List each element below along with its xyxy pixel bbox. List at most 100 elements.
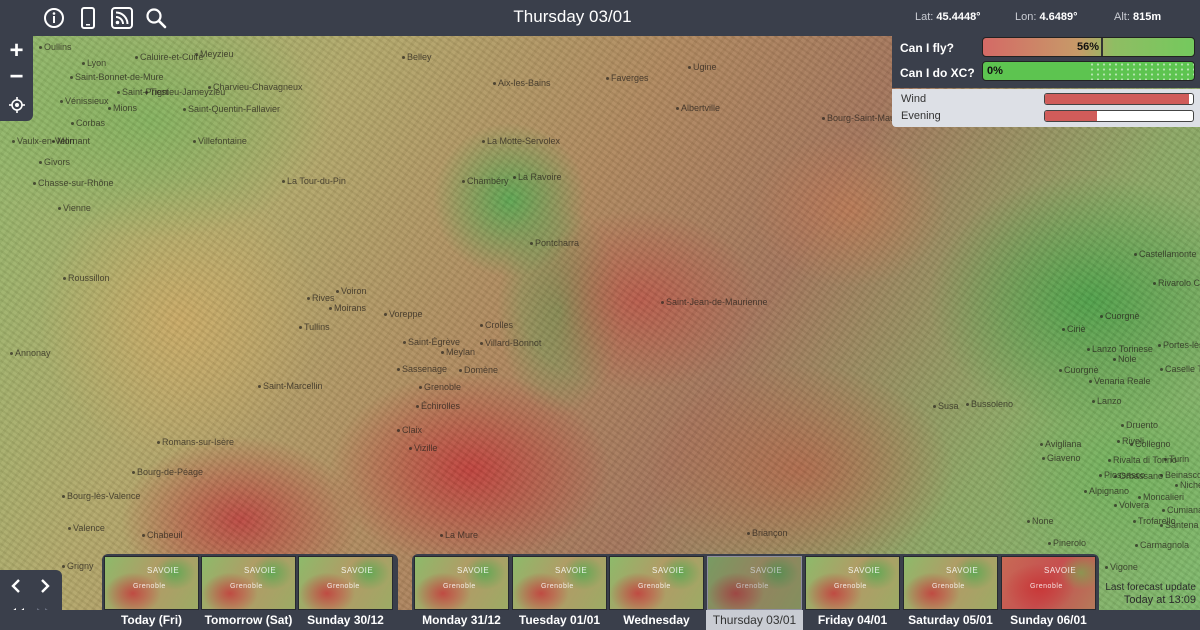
forecast-thumbnail[interactable]: SAVOIE Grenoble <box>414 556 509 610</box>
thumbnail-city-label: Grenoble <box>736 583 769 590</box>
place-label: Échirolles <box>416 401 460 411</box>
place-label: Meyzieu <box>195 49 234 59</box>
evening-bar <box>1044 110 1194 122</box>
place-label: Saint-Marcellin <box>258 381 323 391</box>
xc-bar-pattern <box>1089 62 1194 80</box>
forecast-thumbnail[interactable]: SAVOIE Grenoble <box>1001 556 1096 610</box>
can-fly-bar: 56% <box>982 37 1195 57</box>
forecast-thumbnail[interactable]: SAVOIE Grenoble <box>298 556 393 610</box>
place-label: Volvera <box>1114 500 1149 510</box>
evening-label: Evening <box>901 110 941 122</box>
place-label: Bussoleno <box>966 399 1013 409</box>
day-tab[interactable]: Tomorrow (Sat) <box>197 613 300 627</box>
place-label: Saint-Jean-de-Maurienne <box>661 297 768 307</box>
thumbnail-region-label: SAVOIE <box>1044 566 1077 575</box>
wind-bar <box>1044 93 1194 105</box>
place-label: Aix-les-Bains <box>493 78 551 88</box>
thumbnail-city-label: Grenoble <box>443 583 476 590</box>
place-label: Piossasco <box>1099 470 1145 480</box>
flyability-panel: Can I fly? 56% Can I do XC? 0% <box>892 36 1200 88</box>
forecast-thumbnail[interactable]: SAVOIE Grenoble <box>201 556 296 610</box>
forecast-thumbnail[interactable]: SAVOIE Grenoble <box>609 556 704 610</box>
day-tab[interactable]: Monday 31/12 <box>410 613 513 627</box>
zoom-in-button[interactable]: + <box>0 37 33 64</box>
place-label: Lyon <box>82 58 106 68</box>
thumbnail-region-label: SAVOIE <box>555 566 588 575</box>
place-label: La Mure <box>440 530 478 540</box>
thumbnail-region-label: SAVOIE <box>750 566 783 575</box>
place-label: La Tour-du-Pin <box>282 176 346 186</box>
can-xc-value: 0% <box>987 65 1003 77</box>
thumbnail-city-label: Grenoble <box>327 583 360 590</box>
place-label: Castellamonte <box>1134 249 1197 259</box>
chevron-right-icon[interactable] <box>32 574 58 598</box>
forecast-thumbnail[interactable]: SAVOIE Grenoble <box>512 556 607 610</box>
thumbnail-region-label: SAVOIE <box>848 566 881 575</box>
forecast-thumbnail[interactable]: SAVOIE Grenoble <box>903 556 998 610</box>
forecast-update-note: Last forecast update Today at 13:09 <box>1105 581 1196 607</box>
forecast-thumbnail[interactable]: SAVOIE Grenoble <box>104 556 199 610</box>
thumbnail-city-label: Grenoble <box>230 583 263 590</box>
place-label: Cuorgnè <box>1100 311 1140 321</box>
can-fly-label: Can I fly? <box>900 41 955 55</box>
conditions-panel: Wind Evening <box>892 89 1200 127</box>
day-tab[interactable]: Friday 04/01 <box>801 613 904 627</box>
place-label: Caluire-et-Cuire <box>135 52 204 62</box>
update-line2: Today at 13:09 <box>1123 594 1196 606</box>
place-label: Sassenage <box>397 364 447 374</box>
day-tab[interactable]: Saturday 05/01 <box>899 613 1002 627</box>
place-label: Cuorgnè <box>1059 365 1099 375</box>
day-tab[interactable]: Today (Fri) <box>100 613 203 627</box>
thumbnail-region-label: SAVOIE <box>457 566 490 575</box>
place-label: Giaveno <box>1042 453 1081 463</box>
place-label: Alpignano <box>1084 486 1129 496</box>
place-label: Saint-Bonnet-de-Mure <box>70 72 164 82</box>
place-label: Grigny <box>62 561 94 571</box>
zoom-out-button[interactable]: − <box>0 63 33 90</box>
place-label: Ciriè <box>1062 324 1086 334</box>
place-label: Faverges <box>606 73 649 83</box>
thumbnail-region-label: SAVOIE <box>946 566 979 575</box>
thumbnail-city-label: Grenoble <box>133 583 166 590</box>
place-label: Meylan <box>441 347 475 357</box>
place-label: Claix <box>397 425 422 435</box>
zoom-controls: + − <box>0 36 33 121</box>
place-label: Chasse-sur-Rhône <box>33 178 114 188</box>
evening-bar-fill <box>1045 111 1097 121</box>
day-tab[interactable]: Sunday 06/01 <box>997 613 1100 627</box>
place-label: La Motte-Servolex <box>482 136 560 146</box>
latitude-readout: Lat: 45.4448° <box>915 11 981 23</box>
place-label: Nichelino <box>1175 480 1200 490</box>
place-label: Valence <box>68 523 105 533</box>
forecast-thumbnail[interactable]: SAVOIE Grenoble <box>805 556 900 610</box>
place-label: Romans-sur-Isère <box>157 437 234 447</box>
thumbnail-city-label: Grenoble <box>932 583 965 590</box>
place-label: Vienne <box>58 203 91 213</box>
top-bar: Thursday 03/01 Lat: 45.4448° Lon: 4.6489… <box>0 0 1200 36</box>
forecast-thumbnail[interactable]: SAVOIE Grenoble <box>707 556 802 610</box>
place-label: Bourg-lès-Valence <box>62 491 140 501</box>
place-label: Mornant <box>52 136 90 146</box>
place-label: Caselle Torinese <box>1160 364 1200 374</box>
place-label: Avigliana <box>1040 439 1081 449</box>
place-label: Domène <box>459 365 498 375</box>
place-label: Carmagnola <box>1135 540 1189 550</box>
place-label: Mions <box>108 103 137 113</box>
chevron-left-icon[interactable] <box>3 574 29 598</box>
can-xc-label: Can I do XC? <box>900 66 975 80</box>
thumbnail-region-label: SAVOIE <box>341 566 374 575</box>
place-label: La Ravoire <box>513 172 562 182</box>
place-label: Cumiana <box>1162 505 1200 515</box>
place-label: Rives <box>307 293 335 303</box>
place-label: Vénissieux <box>60 96 109 106</box>
day-tab[interactable]: Thursday 03/01 <box>703 613 806 627</box>
day-tab[interactable]: Wednesday <box>605 613 708 627</box>
place-label: Lanzo <box>1092 396 1122 406</box>
crosshair-icon[interactable] <box>0 92 33 118</box>
altitude-readout: Alt: 815m <box>1114 11 1162 23</box>
place-label: Oullins <box>39 42 72 52</box>
thumbnail-city-label: Grenoble <box>834 583 867 590</box>
day-tab[interactable]: Sunday 30/12 <box>294 613 397 627</box>
day-tab[interactable]: Tuesday 01/01 <box>508 613 611 627</box>
place-label: Villard-Bonnot <box>480 338 541 348</box>
